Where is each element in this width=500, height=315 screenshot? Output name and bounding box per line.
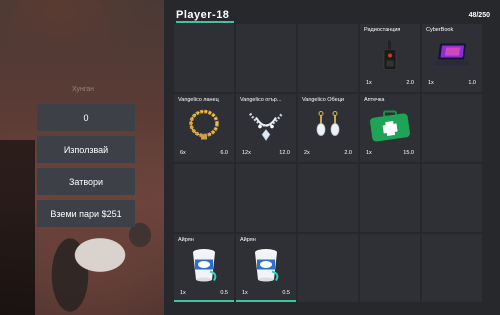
slot-item-weight: 0.5 [282, 290, 290, 296]
slot-item-weight: 2.0 [406, 80, 414, 86]
earrings-icon [311, 110, 345, 147]
slot-item-weight: 2.0 [344, 150, 352, 156]
slot-item-count: 1x [428, 80, 434, 86]
slot-item-weight: 6.0 [220, 150, 228, 156]
inventory-grid: Радиостанция 1x 2.0 CyberBook 1x 1.0 Vangelico… [174, 24, 482, 302]
inventory-slot[interactable]: Айрян 1x 0.5 [236, 234, 296, 302]
slot-item-label: Vangelico ланец [178, 97, 219, 103]
slot-item-weight: 1.0 [468, 80, 476, 86]
slot-item-label: Vangelico Обеци [302, 97, 344, 103]
context-menu: 0 Използвай Затвори Вземи пари $251 [37, 104, 135, 232]
background-caption: Хунган [72, 86, 95, 93]
slot-item-count: 1x [242, 290, 248, 296]
slot-item-label: Радиостанция [364, 27, 401, 33]
laptop-icon [432, 42, 472, 75]
empty-inventory-slot[interactable] [236, 24, 296, 92]
inventory-panel: Player-18 48/250 Радиостанция 1x 2.0 CyberB… [164, 0, 500, 315]
empty-inventory-slot[interactable] [298, 164, 358, 232]
slot-item-count: 6x [180, 150, 186, 156]
slot-durability-bar [174, 300, 234, 302]
inventory-slot[interactable]: Радиостанция 1x 2.0 [360, 24, 420, 92]
medkit-icon [368, 110, 412, 147]
empty-inventory-slot[interactable] [422, 94, 482, 162]
empty-inventory-slot[interactable] [174, 24, 234, 92]
slot-item-weight: 15.0 [403, 150, 414, 156]
empty-inventory-slot[interactable] [422, 234, 482, 302]
menu-take-money-button[interactable]: Вземи пари $251 [37, 200, 135, 227]
background-shadow [0, 140, 35, 315]
slot-item-label: Айрян [178, 237, 194, 243]
inventory-weight: 48/250 [468, 12, 490, 19]
slot-item-weight: 12.0 [279, 150, 290, 156]
inventory-slot[interactable]: CyberBook 1x 1.0 [422, 24, 482, 92]
inventory-slot[interactable]: Аптечка 1x 15.0 [360, 94, 420, 162]
empty-inventory-slot[interactable] [360, 234, 420, 302]
slot-item-count: 1x [180, 290, 186, 296]
inventory-slot[interactable]: Vangelico огър... 12x 12.0 [236, 94, 296, 162]
ayran-cup-icon [250, 248, 282, 289]
empty-inventory-slot[interactable] [360, 164, 420, 232]
title-underline [176, 21, 234, 23]
empty-inventory-slot[interactable] [298, 24, 358, 92]
ayran-cup-icon [188, 248, 220, 289]
empty-inventory-slot[interactable] [298, 234, 358, 302]
slot-item-count: 1x [366, 150, 372, 156]
empty-inventory-slot[interactable] [422, 164, 482, 232]
inventory-slot[interactable]: Vangelico ланец 6x 6.0 [174, 94, 234, 162]
radio-icon [383, 40, 397, 76]
menu-amount-button[interactable]: 0 [37, 104, 135, 131]
slot-item-weight: 0.5 [220, 290, 228, 296]
slot-item-count: 12x [242, 150, 251, 156]
empty-inventory-slot[interactable] [174, 164, 234, 232]
gold-chain-icon [187, 109, 221, 147]
slot-item-count: 2x [304, 150, 310, 156]
diamond-necklace-icon [246, 110, 286, 147]
menu-use-button[interactable]: Използвай [37, 136, 135, 163]
slot-durability-bar [236, 300, 296, 302]
inventory-slot[interactable]: Vangelico Обеци 2x 2.0 [298, 94, 358, 162]
inventory-title: Player-18 [176, 9, 230, 21]
inventory-slot[interactable]: Айрян 1x 0.5 [174, 234, 234, 302]
slot-item-label: Аптечка [364, 97, 385, 103]
slot-item-count: 1x [366, 80, 372, 86]
slot-item-label: Vangelico огър... [240, 97, 282, 103]
slot-item-label: CyberBook [426, 27, 454, 33]
empty-inventory-slot[interactable] [236, 164, 296, 232]
menu-close-button[interactable]: Затвори [37, 168, 135, 195]
slot-item-label: Айрян [240, 237, 256, 243]
